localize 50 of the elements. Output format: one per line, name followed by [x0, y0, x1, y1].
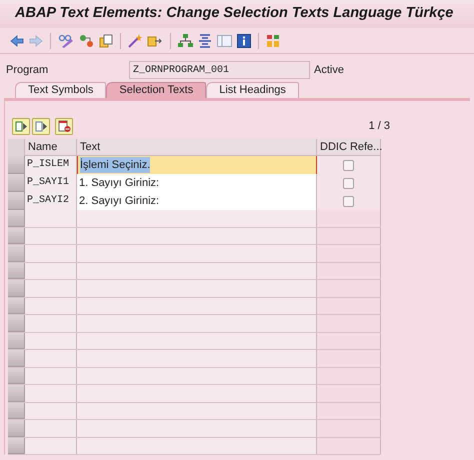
insert-row-icon[interactable]	[12, 118, 30, 134]
checkbox[interactable]	[343, 160, 354, 170]
text-input[interactable]: İşlemi Seçiniz.	[77, 156, 317, 174]
export-icon[interactable]	[147, 34, 163, 48]
field-label: Program	[6, 62, 50, 78]
row-selector[interactable]	[8, 156, 25, 174]
text-input[interactable]: 2. Sayıyı Giriniz:	[77, 192, 317, 210]
row-selector[interactable]	[8, 350, 25, 366]
glasses-pencil-icon[interactable]	[58, 34, 74, 48]
row-selector[interactable]	[8, 192, 25, 210]
back-arrow-icon[interactable]	[10, 34, 24, 46]
panel-icon[interactable]	[217, 34, 232, 46]
forward-arrow-icon[interactable]	[29, 34, 43, 46]
window-title: ABAP Text Elements: Change Selection Texts Language Türkçe	[15, 4, 454, 24]
row-selector[interactable]	[8, 210, 25, 226]
row-selector[interactable]	[8, 262, 25, 279]
table-cell: P_ISLEM	[25, 156, 77, 174]
row-selector[interactable]	[8, 298, 25, 314]
row-selector[interactable]	[8, 280, 25, 296]
checkbox[interactable]	[343, 178, 354, 188]
program-field[interactable]: Z_ORNPROGRAM_001	[129, 61, 310, 79]
text-input[interactable]: 1. Sayıyı Giriniz:	[77, 174, 317, 192]
objects-icon[interactable]	[79, 34, 94, 48]
select-row-icon[interactable]	[32, 118, 50, 134]
align-icon[interactable]	[198, 34, 212, 48]
hierarchy-icon[interactable]	[178, 34, 193, 48]
table-cell: P_SAYI1	[25, 174, 77, 192]
row-selector[interactable]	[8, 174, 25, 192]
tab[interactable]: Selection Texts	[106, 82, 206, 98]
row-selector[interactable]	[8, 368, 25, 384]
checkbox[interactable]	[343, 196, 354, 206]
copy-icon[interactable]	[99, 34, 113, 48]
row-selector[interactable]	[8, 315, 25, 332]
stacked-blocks-icon[interactable]	[266, 34, 280, 48]
magic-wand-icon[interactable]	[128, 34, 142, 48]
page-indicator: 1 / 3	[368, 118, 390, 134]
tab[interactable]: Text Symbols	[15, 82, 106, 98]
row-selector[interactable]	[8, 228, 25, 244]
info-icon[interactable]	[237, 34, 251, 48]
tab[interactable]: List Headings	[206, 82, 299, 98]
row-selector[interactable]	[8, 245, 25, 262]
table-cell: P_SAYI2	[25, 192, 77, 210]
status-text: Active	[314, 62, 344, 78]
row-selector[interactable]	[8, 402, 25, 419]
row-selector[interactable]	[8, 385, 25, 402]
header-corner[interactable]	[8, 139, 25, 156]
row-selector[interactable]	[8, 332, 25, 349]
delete-row-icon[interactable]	[55, 118, 73, 134]
row-selector[interactable]	[8, 420, 25, 436]
row-selector[interactable]	[8, 438, 25, 454]
